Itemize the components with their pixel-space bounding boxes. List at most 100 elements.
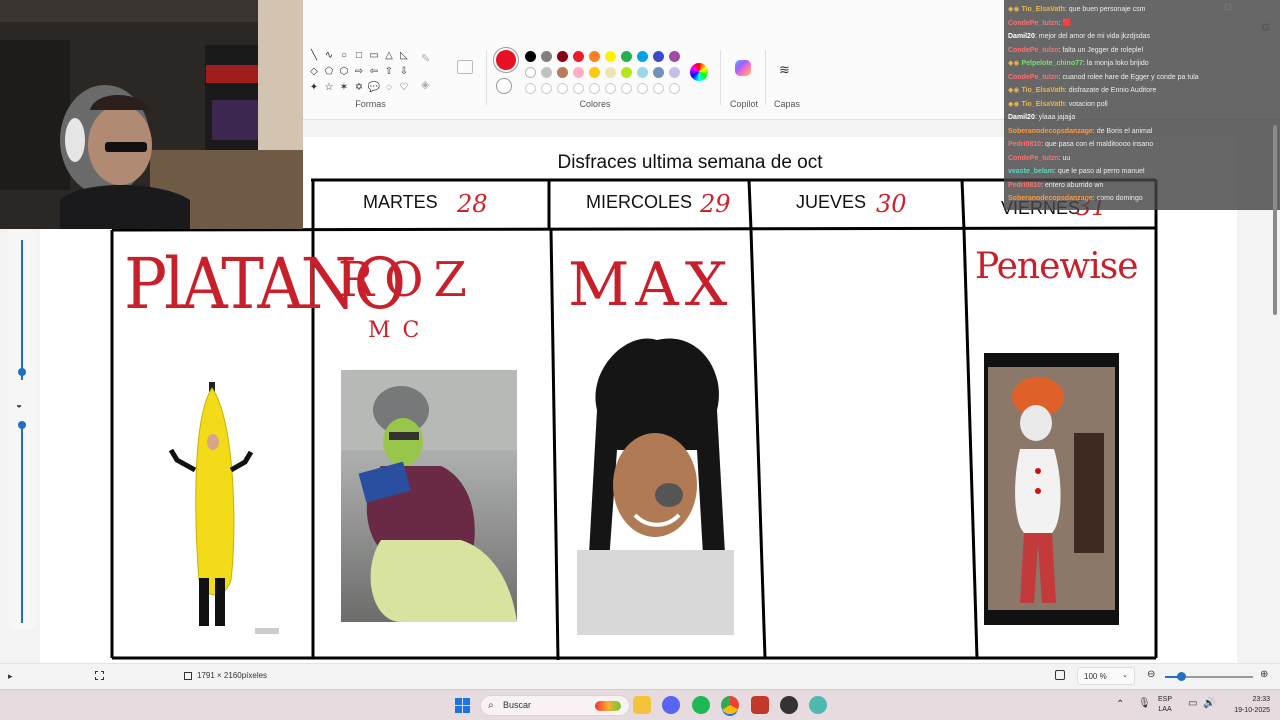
chat-text: uu bbox=[1062, 154, 1071, 162]
search-placeholder: Buscar bbox=[503, 700, 532, 710]
day-number-28: 28 bbox=[457, 190, 488, 218]
network-icon[interactable]: ▭ bbox=[1188, 698, 1197, 709]
clock-time: 23:33 bbox=[1252, 696, 1270, 703]
zoom-level-dropdown[interactable]: 100 % ⌄ bbox=[1077, 667, 1135, 685]
start-button-icon[interactable] bbox=[455, 698, 470, 713]
paint-window: ╲ ∿ ○ □ ▭ △ ◺ ◇ ⬠ ⬡ ⇨ ⇦ ⇧ ⇩ ✦ ☆ ✶ ✡ 💬 ◌ ♡ ✎ ◈ Formas Colores… bbox=[0, 0, 1280, 720]
chat-text: votacion poll bbox=[1068, 100, 1108, 108]
chat-username[interactable]: CondePe_tulzn bbox=[1008, 20, 1059, 27]
chat-text: 🟥 bbox=[1062, 19, 1072, 27]
clock-date: 19-10-2025 bbox=[1234, 707, 1270, 714]
chrome-icon[interactable] bbox=[721, 696, 739, 714]
chat-text: la monja loko brijido bbox=[1086, 60, 1149, 67]
costume-label-penewise: Penewise bbox=[975, 246, 1139, 287]
chat-text: cuanod rolee hare de Egger y conde pa tu… bbox=[1062, 73, 1199, 81]
chat-username[interactable]: veaste_belam bbox=[1008, 168, 1054, 175]
selection-size-icon bbox=[95, 671, 104, 680]
chat-message: CondePe_tulzn: falta un Jegger de rolepl… bbox=[1008, 44, 1143, 57]
chat-username[interactable]: Tio_ElsaVath bbox=[1021, 101, 1064, 108]
zoom-in-icon[interactable]: ⊕ bbox=[1260, 669, 1268, 680]
chat-message: Soberanodecopsdanzage: de Boris el anima… bbox=[1008, 125, 1152, 138]
window-minimize-button[interactable]: ▢ bbox=[1224, 2, 1238, 12]
banana-costume-illustration bbox=[168, 382, 279, 634]
costume-label-max: MAX bbox=[568, 250, 734, 320]
chevron-up-icon[interactable]: ⌃ bbox=[1116, 699, 1124, 710]
microphone-icon[interactable]: 🎙 bbox=[1138, 698, 1151, 709]
pennywise-costume-image bbox=[984, 353, 1119, 625]
chat-username[interactable]: CondePe_tulzn bbox=[1008, 155, 1059, 162]
cursor-position-icon: ▸ bbox=[8, 671, 13, 681]
chat-text: entero aburrido wn bbox=[1044, 181, 1104, 189]
chat-username[interactable]: CondePe_tulzn bbox=[1008, 47, 1059, 54]
app-icon[interactable] bbox=[751, 696, 769, 714]
day-number-29: 29 bbox=[700, 190, 731, 218]
day-number-30: 30 bbox=[876, 190, 907, 218]
chat-text: disfrazate de Ennio Auditore bbox=[1068, 87, 1157, 94]
zoom-level: 100 % bbox=[1084, 672, 1107, 681]
file-explorer-icon[interactable] bbox=[633, 696, 651, 714]
fit-to-window-icon[interactable] bbox=[1055, 670, 1065, 680]
chat-message: Damil20: mejor del amor de mi vida jkzdj… bbox=[1008, 30, 1150, 43]
language-sub: LAA bbox=[1158, 706, 1172, 713]
chat-message: ◆◉ Pelpelote_chino77: la monja loko brij… bbox=[1008, 57, 1149, 70]
chat-message: ◆◉ Tio_ElsaVath: votacion poll bbox=[1008, 98, 1108, 111]
chat-username[interactable]: Pedri0810 bbox=[1008, 141, 1041, 148]
badge-icon: ◆◉ bbox=[1008, 6, 1022, 13]
chat-text: que pasa con el malditoooo insano bbox=[1044, 141, 1154, 148]
canvas-scrollbar[interactable] bbox=[1273, 125, 1277, 315]
chat-text: falta un Jegger de roleplel bbox=[1062, 46, 1144, 54]
max-costume-illustration bbox=[577, 338, 734, 635]
chat-text: de Boris el animal bbox=[1096, 127, 1153, 135]
badge-icon: ◆◉ bbox=[1008, 87, 1022, 94]
max-costume-image bbox=[577, 330, 734, 635]
discord-icon[interactable] bbox=[662, 696, 680, 714]
language-indicator[interactable]: ESP LAA bbox=[1158, 695, 1172, 715]
zoom-slider-thumb[interactable] bbox=[1177, 672, 1186, 681]
chat-text: que buen personaje csm bbox=[1068, 6, 1146, 13]
paint-app-icon[interactable] bbox=[809, 696, 827, 714]
chat-username[interactable]: Pelpelote_chino77 bbox=[1021, 60, 1082, 67]
clock[interactable]: 23:33 19-10-2025 bbox=[1222, 694, 1270, 716]
chat-message: ◆◉ Tio_ElsaVath: que buen personaje csm bbox=[1008, 3, 1145, 16]
canvas-size-icon bbox=[184, 672, 192, 680]
webcam-overlay bbox=[0, 0, 303, 229]
day-header-miercoles: MIERCOLES bbox=[586, 192, 693, 212]
chat-message: CondePe_tulzn: uu bbox=[1008, 152, 1070, 165]
roz-costume-image bbox=[341, 370, 517, 622]
chat-message: Pedri0810: que pasa con el malditoooo in… bbox=[1008, 138, 1153, 151]
chat-username[interactable]: Damil20 bbox=[1008, 33, 1035, 40]
chat-message: veaste_belam: que le paso al perro manue… bbox=[1008, 165, 1145, 178]
chat-message: Soberanodecopsdanzage: como domingo bbox=[1008, 192, 1143, 205]
day-header-jueves: JUEVES bbox=[796, 192, 867, 212]
banana-costume-image bbox=[165, 380, 285, 638]
settings-icon[interactable]: ⚙ bbox=[1261, 21, 1271, 34]
chat-message: Pedri0810: entero aburrido wn bbox=[1008, 179, 1103, 192]
chevron-down-icon: ⌄ bbox=[1122, 672, 1128, 679]
chat-text: mejor del amor de mi vida jkzdjsdas bbox=[1038, 33, 1151, 40]
chat-username[interactable]: Damil20 bbox=[1008, 114, 1035, 121]
search-icon: ⌕ bbox=[488, 700, 494, 711]
chat-username[interactable]: Tio_ElsaVath bbox=[1021, 87, 1064, 94]
badge-icon: ◆◉ bbox=[1008, 60, 1022, 67]
pennywise-costume-illustration bbox=[988, 367, 1115, 610]
costume-label-roz: ROZ bbox=[338, 252, 477, 308]
chat-username[interactable]: Soberanodecopsdanzage bbox=[1008, 128, 1093, 135]
obs-icon[interactable] bbox=[780, 696, 798, 714]
canvas-dimensions: 1791 × 2160píxeles bbox=[197, 671, 268, 680]
zoom-out-icon[interactable]: ⊖ bbox=[1147, 669, 1155, 680]
chat-text: ylaaa jajajja bbox=[1038, 114, 1076, 121]
costume-label-mc: MC bbox=[368, 318, 432, 343]
volume-icon[interactable]: 🔊 bbox=[1203, 698, 1215, 709]
badge-icon: ◆◉ bbox=[1008, 100, 1022, 108]
chat-message: Damil20: ylaaa jajajja bbox=[1008, 111, 1075, 124]
windows-taskbar: ⌕ Buscar ⌃ 🎙 ESP LAA ▭ 🔊 23:33 19-10-202… bbox=[0, 689, 1280, 720]
taskbar-search-box[interactable]: ⌕ Buscar bbox=[480, 695, 630, 716]
status-bar: ▸ 1791 × 2160píxeles 100 % ⌄ ⊖ ⊕ bbox=[0, 663, 1280, 689]
chat-username[interactable]: CondePe_tulzn bbox=[1008, 74, 1059, 81]
chat-username[interactable]: Tio_ElsaVath bbox=[1021, 6, 1064, 13]
spotify-icon[interactable] bbox=[692, 696, 710, 714]
chat-username[interactable]: Pedri0810 bbox=[1008, 182, 1041, 189]
chat-message: CondePe_tulzn: cuanod rolee hare de Egge… bbox=[1008, 71, 1199, 84]
chat-message: CondePe_tulzn: 🟥 bbox=[1008, 17, 1071, 30]
chat-username[interactable]: Soberanodecopsdanzage bbox=[1008, 195, 1093, 202]
